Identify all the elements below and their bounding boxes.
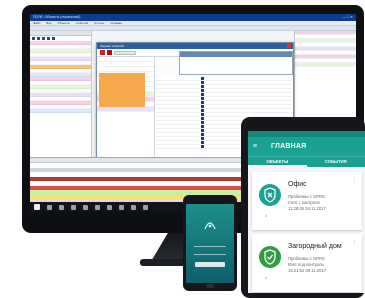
app-icon[interactable] xyxy=(107,204,112,210)
selected-object-highlight xyxy=(99,73,145,107)
phone-home-button[interactable] xyxy=(206,284,214,288)
app-icon[interactable] xyxy=(143,204,148,210)
right-row[interactable] xyxy=(295,63,356,67)
phone-device xyxy=(183,195,237,291)
login-button[interactable] xyxy=(195,262,225,267)
tablet-device: ≡ ГЛАВНАЯ ОБЪЕКТЫ СОБЫТИЯ Офис Проблемы … xyxy=(241,117,365,298)
login-field[interactable] xyxy=(194,244,226,247)
event-tree xyxy=(97,57,155,169)
window-controls[interactable]: — □ ✕ xyxy=(343,14,354,21)
object-status-line: Снят с контроля xyxy=(288,200,320,205)
desktop-titlebar: ПОЛЕ: Объекты (локальный) — □ ✕ xyxy=(30,14,356,21)
objects-panel xyxy=(30,31,92,157)
menu-view[interactable]: Вид xyxy=(46,21,51,25)
signal-icon: ıl xyxy=(265,276,267,280)
object-name: Загородный дом xyxy=(288,243,342,250)
desktop-title: ПОЛЕ: Объекты (локальный) xyxy=(33,15,81,19)
object-row[interactable] xyxy=(30,109,91,113)
tab-objects[interactable]: ОБЪЕКТЫ xyxy=(248,157,307,167)
object-timestamp: 11:28:45 04.11.2017 xyxy=(288,206,326,211)
mail-icon[interactable] xyxy=(95,204,100,210)
object-card-title xyxy=(180,52,292,57)
tool-icon[interactable] xyxy=(47,37,50,40)
menu-icon[interactable]: ≡ xyxy=(253,143,257,150)
object-card-office[interactable]: Офис Проблемы с GPRS Снят с контроля 11:… xyxy=(252,172,362,230)
stop-icon[interactable] xyxy=(100,50,105,55)
object-card-window xyxy=(179,51,293,75)
search-icon[interactable] xyxy=(47,204,52,210)
product-showcase: ПОЛЕ: Объекты (локальный) — □ ✕ Файл Вид… xyxy=(0,0,365,298)
menu-help[interactable]: Справка xyxy=(110,21,122,25)
menu-reports[interactable]: Отчеты xyxy=(94,21,104,25)
app-bar: ≡ ГЛАВНАЯ xyxy=(248,137,365,156)
taskview-icon[interactable] xyxy=(59,204,64,210)
more-options-icon[interactable]: ⋮ xyxy=(352,241,357,246)
explorer-icon[interactable] xyxy=(71,204,76,210)
menu-file[interactable]: Файл xyxy=(33,21,40,25)
tab-events[interactable]: СОБЫТИЯ xyxy=(307,157,365,167)
object-timestamp: 15:21:52 09.11.2017 xyxy=(288,268,327,273)
tab-bar: ОБЪЕКТЫ СОБЫТИЯ xyxy=(248,156,365,167)
more-options-icon[interactable]: ⋮ xyxy=(352,179,357,184)
browser-icon[interactable] xyxy=(83,204,88,210)
app-icon[interactable] xyxy=(119,204,124,210)
start-icon[interactable] xyxy=(34,204,40,210)
tool-icon[interactable] xyxy=(32,37,35,40)
app-title: ГЛАВНАЯ xyxy=(271,143,307,150)
app-icon[interactable] xyxy=(131,204,136,210)
object-name: Офис xyxy=(288,181,307,188)
alarm-icon[interactable] xyxy=(107,50,112,55)
menu-objects[interactable]: Объекты xyxy=(58,21,70,25)
shield-x-icon xyxy=(259,184,281,206)
app-logo-icon xyxy=(204,222,216,230)
tool-icon[interactable] xyxy=(52,37,55,40)
shield-check-icon xyxy=(259,246,281,268)
phone-login-screen xyxy=(186,204,234,283)
object-status-line: Проблемы с GPRS xyxy=(288,256,325,261)
signal-icon: ıl xyxy=(265,214,267,218)
tool-icon[interactable] xyxy=(42,37,45,40)
tree-row[interactable] xyxy=(97,107,154,112)
close-icon[interactable] xyxy=(287,44,291,48)
filter-input[interactable] xyxy=(114,50,136,55)
password-field[interactable] xyxy=(194,252,226,255)
tablet-screen: ≡ ГЛАВНАЯ ОБЪЕКТЫ СОБЫТИЯ Офис Проблемы … xyxy=(248,131,365,293)
object-card-country-house[interactable]: Загородный дом Проблемы с GPRS Взят под … xyxy=(252,234,362,292)
menu-events[interactable]: События xyxy=(76,21,88,25)
object-status-line: Взят под контроль xyxy=(288,262,324,267)
object-status-line: Проблемы с GPRS xyxy=(288,194,325,199)
tool-icon[interactable] xyxy=(37,37,40,40)
